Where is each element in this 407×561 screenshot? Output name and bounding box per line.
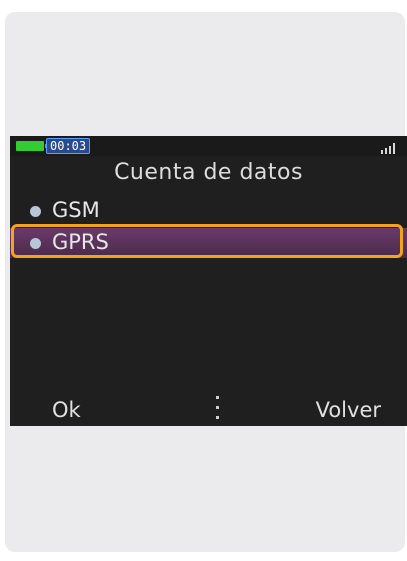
list-item-gsm[interactable]: GSM [10,196,407,226]
selection-highlight [11,224,403,258]
status-bar: 00:03 [10,136,407,156]
list-item-label: GSM [52,198,100,222]
battery-icon [16,141,47,151]
signal-bars-icon [379,140,401,154]
clock: 00:03 [46,138,91,154]
scroll-indicator-icon [216,394,220,424]
bullet-icon [30,206,41,217]
softkey-volver[interactable]: Volver [316,398,381,422]
screen-title: Cuenta de datos [114,160,303,185]
phone-screen: 00:03 Cuenta de datos GSM GPRS Ok Volver [10,136,407,426]
softkey-ok[interactable]: Ok [52,398,81,422]
